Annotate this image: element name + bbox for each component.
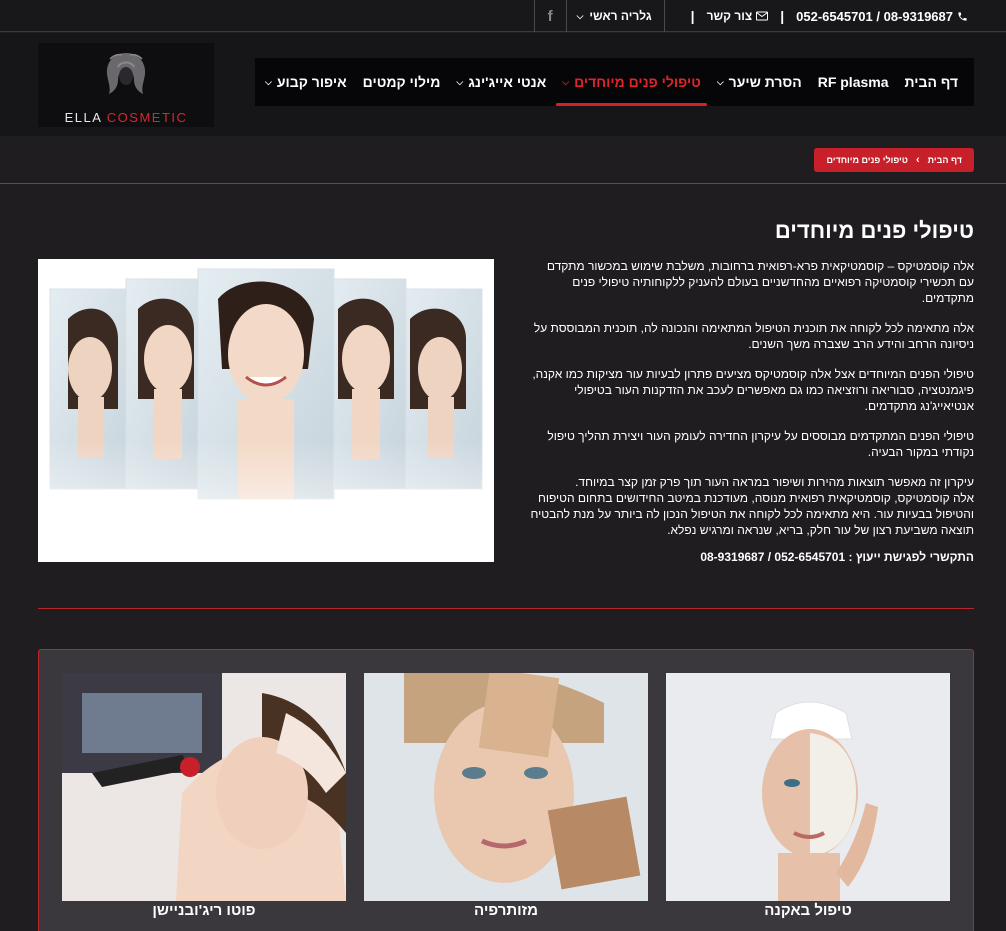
consultation-cta: התקשרי לפגישת ייעוץ : 052-6545701 / 08-9…	[530, 549, 974, 565]
mirror-faces-photo	[38, 259, 494, 562]
logo[interactable]: ELLA COSMETIC	[38, 43, 214, 127]
contact-label: צור קשר	[706, 9, 753, 23]
card-label: טיפול באקנה	[764, 902, 852, 919]
page-body: אלה קוסמטיקס – קוסמטיקאית פרא-רפואית ברח…	[530, 258, 974, 565]
phone-numbers: 052-6545701 / 08-9319687	[796, 8, 953, 24]
facebook-icon[interactable]: f	[533, 0, 566, 32]
paragraph: טיפולי הפנים המיוחדים אצל אלה קוסמטיקס מ…	[532, 367, 974, 413]
top-separator: |	[780, 8, 785, 24]
contact-link[interactable]: צור קשר	[707, 9, 769, 23]
chevron-down-icon: ⌵	[562, 76, 570, 87]
treatment-card-photo-rejuvenation[interactable]: פוטו ריג'ובניישן	[62, 673, 346, 919]
card-label: מזותרפיה	[474, 902, 538, 919]
breadcrumb: דף הבית ‹ טיפולי פנים מיוחדים	[814, 148, 974, 172]
breadcrumb-home[interactable]: דף הבית	[928, 155, 962, 165]
nav-item-rf-plasma[interactable]: RF plasma	[810, 58, 897, 106]
treatments-grid: טיפול באקנה מזותרפיה פוטו ריג'ובניישן	[38, 649, 974, 931]
envelope-icon	[756, 11, 769, 21]
mesotherapy-photo	[364, 673, 648, 901]
woman-silhouette-icon	[106, 53, 146, 94]
gallery-menu[interactable]: גלריה ראשי ⌵	[565, 0, 665, 32]
treatment-card-mesotherapy[interactable]: מזותרפיה	[364, 673, 648, 919]
nav-item-anti-aging[interactable]: אנטי אייג'ינג ⌵	[448, 58, 554, 106]
phone-link[interactable]: 052-6545701 / 08-9319687	[796, 9, 968, 24]
breadcrumb-bar: דף הבית ‹ טיפולי פנים מיוחדים	[0, 136, 1006, 184]
nav-item-home[interactable]: דף הבית	[897, 58, 966, 106]
paragraph: אלה מתאימה לכל לקוחה את תוכנית הטיפול המ…	[533, 321, 974, 351]
nav-item-permanent-makeup[interactable]: איפור קבוע ⌵	[257, 58, 355, 106]
chevron-down-icon: ⌵	[456, 76, 464, 87]
cta-label: התקשרי לפגישת ייעוץ :	[848, 550, 974, 564]
paragraph: טיפולי הפנים המתקדמים מבוססים על עיקרון …	[547, 429, 974, 459]
card-label: פוטו ריג'ובניישן	[152, 902, 256, 919]
treatment-card-acne[interactable]: טיפול באקנה	[666, 673, 950, 919]
nav-item-wrinkle-filling[interactable]: מילוי קמטים	[355, 58, 449, 106]
chevron-left-icon: ‹	[915, 154, 920, 166]
paragraph: אלה קוסמטיקס – קוסמטיקאית פרא-רפואית ברח…	[546, 259, 974, 305]
chevron-down-icon: ⌵	[716, 76, 724, 87]
gallery-label: גלריה ראשי	[589, 9, 652, 23]
paragraph: עיקרון זה מאפשר תוצאות מהירות ושיפור במר…	[530, 475, 974, 537]
acne-treatment-photo	[666, 673, 950, 901]
page-title: טיפולי פנים מיוחדים	[774, 218, 974, 243]
main-nav: דף הבית RF plasma הסרת שיער ⌵ טיפולי פנים…	[255, 58, 974, 106]
site-header: ELLA COSMETIC דף הבית RF plasma הסרת שיע…	[0, 33, 1006, 136]
top-separator: |	[690, 8, 695, 24]
phone-icon	[958, 11, 967, 21]
top-bar: 052-6545701 / 08-9319687 | צור קשר | גלר…	[0, 0, 1006, 32]
cta-phone[interactable]: 052-6545701 / 08-9319687	[700, 550, 845, 564]
chevron-down-icon: ⌵	[576, 10, 584, 21]
chevron-down-icon: ⌵	[265, 76, 272, 87]
breadcrumb-current: טיפולי פנים מיוחדים	[826, 155, 908, 165]
logo-text: ELLA COSMETIC	[64, 110, 188, 125]
nav-item-hair-removal[interactable]: הסרת שיער ⌵	[709, 58, 810, 106]
photo-rejuvenation-photo	[62, 673, 346, 901]
hero-image	[38, 259, 494, 562]
nav-item-special-facials[interactable]: טיפולי פנים מיוחדים ⌵	[554, 58, 709, 106]
section-divider	[38, 608, 974, 609]
